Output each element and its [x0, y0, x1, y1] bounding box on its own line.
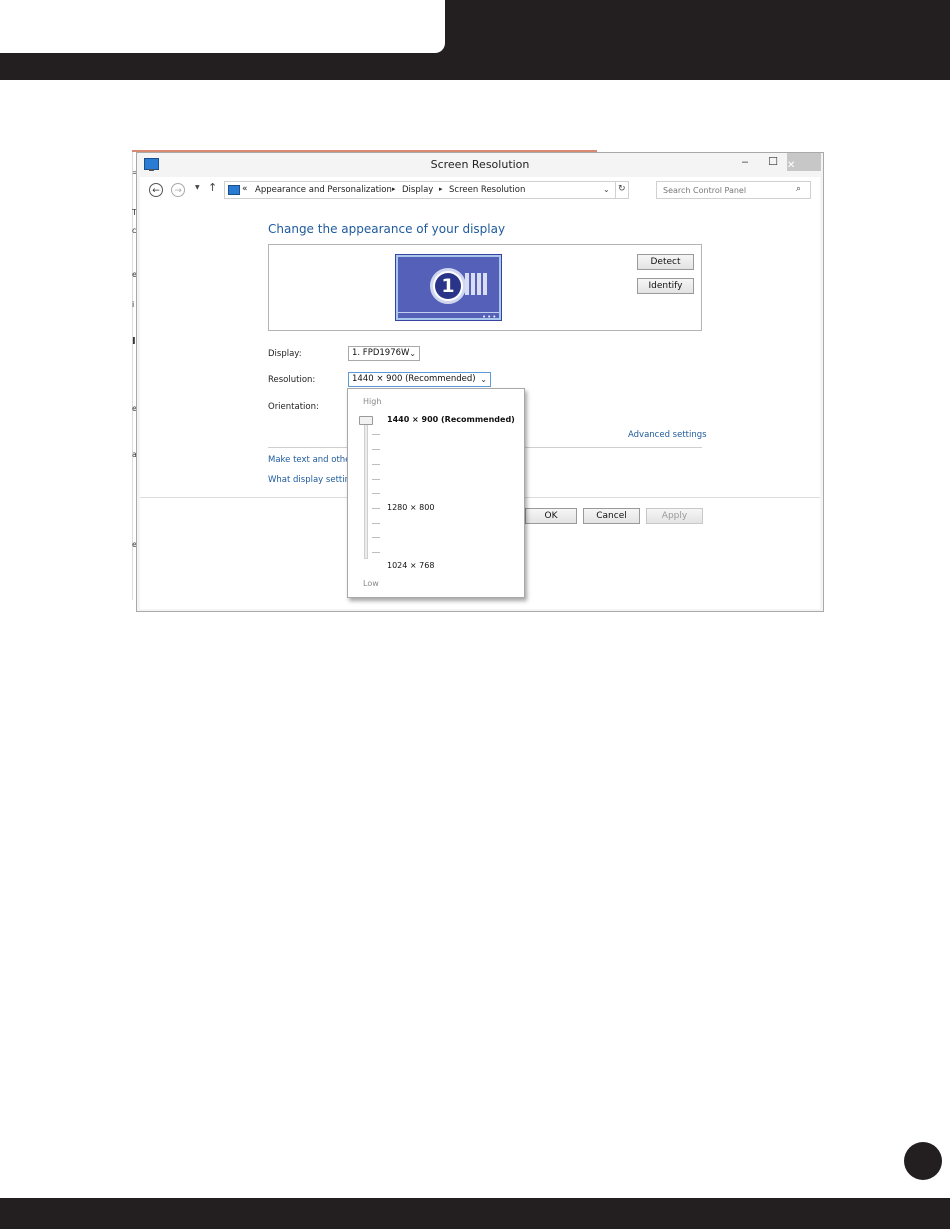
arrow-left-icon: ← — [152, 186, 160, 196]
up-button[interactable]: ↑ — [208, 181, 217, 194]
display-settings-help-link[interactable]: What display setting — [268, 475, 355, 485]
resolution-option-1280x800[interactable]: 1280 × 800 — [387, 503, 434, 512]
address-bar[interactable]: « Appearance and Personalization ▸ Displ… — [224, 181, 629, 199]
slider-tick — [372, 449, 380, 450]
forward-button[interactable]: → — [171, 183, 185, 197]
orientation-label: Orientation: — [268, 402, 319, 412]
close-button[interactable]: ✕ — [787, 153, 821, 171]
arrow-right-icon: → — [174, 186, 182, 196]
identify-button[interactable]: Identify — [637, 278, 694, 294]
breadcrumb-screen-resolution[interactable]: Screen Resolution — [449, 185, 525, 195]
monitor-number: 1 — [435, 273, 461, 299]
chevron-down-icon: ▼ — [195, 184, 200, 191]
page-title: Change the appearance of your display — [268, 222, 506, 236]
display-label: Display: — [268, 349, 302, 359]
page-footer-bar — [0, 1198, 950, 1229]
high-label: High — [363, 397, 382, 406]
advanced-settings-link[interactable]: Advanced settings — [628, 430, 707, 440]
page-number-badge — [904, 1142, 942, 1180]
monitor-number-badge: 1 — [430, 268, 466, 304]
title-bar[interactable]: Screen Resolution ‒ ☐ ✕ — [137, 153, 823, 177]
resolution-select[interactable]: 1440 × 900 (Recommended) ⌄ — [348, 372, 491, 387]
breadcrumb-display[interactable]: Display — [402, 185, 433, 195]
display-select-value: 1. FPD1976W — [352, 348, 410, 358]
recent-pages-dropdown[interactable]: ▼ — [195, 184, 200, 191]
control-panel-icon — [228, 185, 240, 195]
chevron-down-icon: ⌄ — [603, 185, 610, 194]
breadcrumb-appearance[interactable]: Appearance and Personalization — [255, 185, 392, 195]
slider-tick — [372, 479, 380, 480]
maximize-button[interactable]: ☐ — [761, 153, 785, 171]
monitor-dots-icon: ••• — [482, 313, 498, 321]
monitor-grid-icon — [465, 273, 489, 295]
refresh-icon: ↻ — [618, 184, 626, 194]
arrow-up-icon: ↑ — [208, 181, 218, 194]
search-icon[interactable]: ⌕ — [796, 184, 801, 194]
slider-tick — [372, 508, 380, 509]
detect-button[interactable]: Detect — [637, 254, 694, 270]
search-box[interactable]: Search Control Panel ⌕ — [656, 181, 811, 199]
page-header-corner — [0, 53, 20, 80]
breadcrumb-separator: ▸ — [392, 185, 396, 193]
chevron-down-icon: ⌄ — [480, 375, 487, 384]
display-preview-panel: 1 ••• Detect Identify — [268, 244, 702, 331]
back-button[interactable]: ← — [149, 183, 163, 197]
close-icon: ✕ — [787, 160, 796, 171]
breadcrumb-overflow[interactable]: « — [242, 184, 248, 194]
text-size-link[interactable]: Make text and other — [268, 455, 354, 465]
background-text-fragment: i — [132, 300, 135, 309]
slider-tick — [372, 537, 380, 538]
slider-tick — [372, 523, 380, 524]
chevron-down-icon: ⌄ — [409, 349, 416, 358]
resolution-option-1440x900[interactable]: 1440 × 900 (Recommended) — [387, 415, 515, 424]
cancel-button[interactable]: Cancel — [583, 508, 640, 524]
resolution-label: Resolution: — [268, 375, 316, 385]
slider-tick — [372, 552, 380, 553]
apply-button[interactable]: Apply — [646, 508, 703, 524]
address-history-dropdown[interactable]: ⌄ — [603, 185, 610, 194]
slider-tick — [372, 434, 380, 435]
resolution-option-1024x768[interactable]: 1024 × 768 — [387, 561, 434, 570]
low-label: Low — [363, 579, 379, 588]
refresh-button[interactable]: ↻ — [618, 184, 626, 194]
search-input[interactable]: Search Control Panel — [663, 186, 746, 195]
page-header-tab — [0, 0, 445, 53]
slider-tick — [372, 464, 380, 465]
display-select[interactable]: 1. FPD1976W ⌄ — [348, 346, 420, 361]
resolution-dropdown: High 1440 × 900 (Recommended) 1280 × 800… — [347, 388, 525, 598]
address-divider — [615, 182, 616, 198]
monitor-1-tile[interactable]: 1 ••• — [395, 254, 502, 321]
resolution-slider-track[interactable] — [364, 419, 368, 559]
window-title: Screen Resolution — [430, 158, 530, 171]
slider-tick — [372, 493, 380, 494]
ok-button[interactable]: OK — [525, 508, 577, 524]
resolution-slider-thumb[interactable] — [359, 416, 373, 425]
resolution-select-value: 1440 × 900 (Recommended) — [352, 374, 476, 384]
minimize-button[interactable]: ‒ — [733, 153, 757, 171]
breadcrumb-separator: ▸ — [439, 185, 443, 193]
